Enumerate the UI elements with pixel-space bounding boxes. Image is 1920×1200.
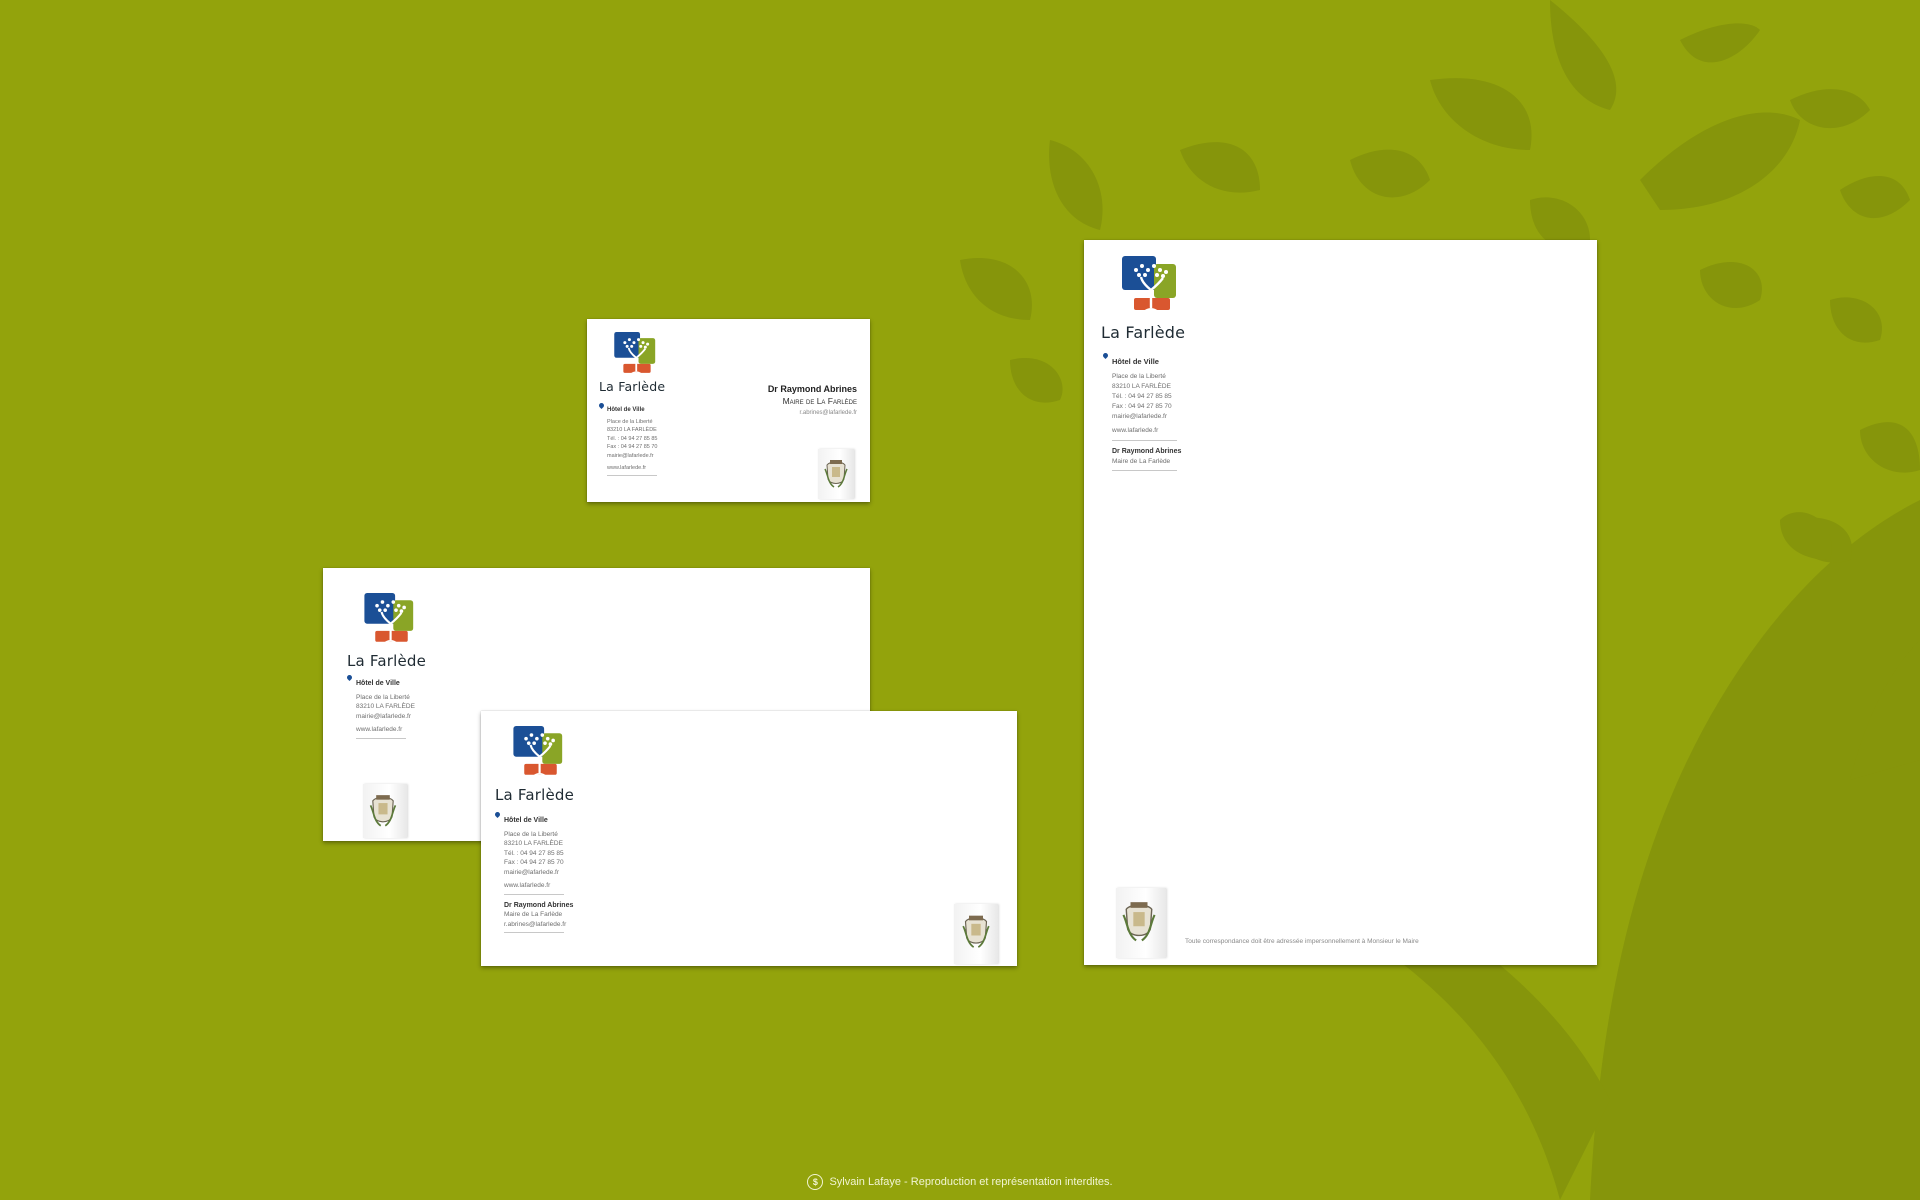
- address-line: Place de la Liberté: [504, 830, 558, 838]
- address-line: 83210 LA FARLÈDE: [607, 427, 657, 434]
- address-line: Place de la Liberté: [356, 693, 410, 701]
- fax-line: Fax : 04 94 27 85 70: [504, 859, 564, 866]
- marker-icon: [493, 810, 502, 819]
- address-line: Place de la Liberté: [1112, 373, 1166, 380]
- divider: [504, 893, 564, 895]
- person-name: Dr Raymond Abrines: [504, 901, 574, 909]
- office-title: Hôtel de Ville: [504, 817, 548, 824]
- copyright-text: Sylvain Lafaye - Reproduction et représe…: [829, 1175, 1113, 1188]
- divider: [1112, 470, 1177, 471]
- phone-line: Tél. : 04 94 27 85 85: [504, 849, 564, 857]
- letterhead: La Farlède Hôtel de Ville Place de la Li…: [1084, 240, 1597, 965]
- creative-commons-icon: $: [807, 1174, 824, 1190]
- coat-of-arms-emblem: [954, 904, 998, 964]
- email-line: mairie@lafarlede.fr: [607, 452, 654, 459]
- la-farlede-logo: [1122, 256, 1182, 318]
- person-name: Dr Raymond Abrines: [767, 384, 857, 394]
- email-line: mairie@lafarlede.fr: [1112, 413, 1168, 420]
- business-card: La Farlède Hôtel de Ville Place de la Li…: [587, 319, 870, 502]
- brand-name: La Farlède: [347, 652, 427, 670]
- phone-line: Tél. : 04 94 27 85 85: [607, 435, 658, 442]
- brand-name: La Farlède: [495, 786, 575, 804]
- coat-of-arms-emblem: [818, 449, 854, 499]
- la-farlede-logo: [364, 593, 419, 649]
- marker-icon: [597, 401, 606, 410]
- email-line: mairie@lafarlede.fr: [504, 868, 560, 876]
- office-contact-block: Hôtel de Ville Place de la Liberté 83210…: [493, 810, 574, 933]
- website-link[interactable]: www.lafarlede.fr: [356, 725, 415, 735]
- website-link[interactable]: www.lafarlede.fr: [607, 464, 657, 473]
- email-line: mairie@lafarlede.fr: [356, 712, 412, 720]
- coat-of-arms-icon: [824, 460, 848, 488]
- marker-icon: [1101, 351, 1110, 360]
- fax-line: Fax : 04 94 27 85 70: [1112, 403, 1172, 410]
- la-farlede-logo: [513, 726, 568, 782]
- person-name: Dr Raymond Abrines: [1112, 448, 1182, 455]
- coat-of-arms-icon: [369, 795, 397, 827]
- address-line: 83210 LA FARLÈDE: [1112, 383, 1171, 390]
- office-contact-block: Hôtel de Ville Place de la Liberté 83210…: [597, 401, 658, 477]
- phone-line: Tél. : 04 94 27 85 85: [1112, 393, 1172, 400]
- tree-logo-icon: [614, 332, 656, 376]
- brand-name: La Farlède: [599, 379, 666, 394]
- office-contact-block: Hôtel de Ville Place de la Liberté 83210…: [345, 673, 415, 739]
- tree-logo-icon: [513, 726, 563, 778]
- website-link[interactable]: www.lafarlede.fr: [504, 881, 573, 891]
- person-email: r.abrines@lafarlede.fr: [504, 920, 567, 928]
- divider: [1112, 440, 1177, 441]
- divider: [356, 737, 406, 739]
- person-block: Dr Raymond Abrines Maire de La Farlède r…: [768, 383, 857, 419]
- divider: [607, 475, 657, 477]
- office-title: Hôtel de Ville: [1112, 357, 1159, 366]
- la-farlede-logo: [614, 332, 660, 379]
- address-line: Place de la Liberté: [607, 418, 653, 425]
- address-line: 83210 LA FARLÈDE: [504, 840, 563, 847]
- address-line: 83210 LA FARLÈDE: [356, 703, 415, 710]
- coat-of-arms-icon: [1122, 902, 1156, 942]
- tree-logo-icon: [364, 593, 414, 645]
- copyright-footer: $ Sylvain Lafaye - Reproduction et représ…: [0, 1174, 1920, 1190]
- coat-of-arms-emblem: [1116, 888, 1166, 958]
- letterhead-footer-note: Toute correspondance doit être adressée …: [1185, 938, 1419, 945]
- envelope-large: La Farlède Hôtel de Ville Place de la Li…: [481, 711, 1017, 966]
- office-contact-block: Hôtel de Ville Place de la Liberté 83210…: [1101, 351, 1182, 471]
- coat-of-arms-emblem: [363, 784, 407, 838]
- person-role: Maire de La Farlède: [782, 396, 857, 406]
- brand-name: La Farlède: [1101, 323, 1186, 342]
- tree-background-illustration: [960, 0, 1920, 1200]
- person-role: Maire de La Farlède: [1112, 458, 1171, 465]
- office-title: Hôtel de Ville: [607, 407, 645, 413]
- person-role: Maire de La Farlède: [504, 911, 563, 918]
- marker-icon: [345, 673, 354, 682]
- website-link[interactable]: www.lafarlede.fr: [1112, 426, 1181, 436]
- fax-line: Fax : 04 94 27 85 70: [607, 444, 658, 451]
- coat-of-arms-icon: [962, 915, 990, 948]
- divider: [504, 932, 564, 933]
- tree-logo-icon: [1122, 256, 1176, 313]
- person-email: r.abrines@lafarlede.fr: [799, 410, 857, 416]
- office-title: Hôtel de Ville: [356, 680, 400, 687]
